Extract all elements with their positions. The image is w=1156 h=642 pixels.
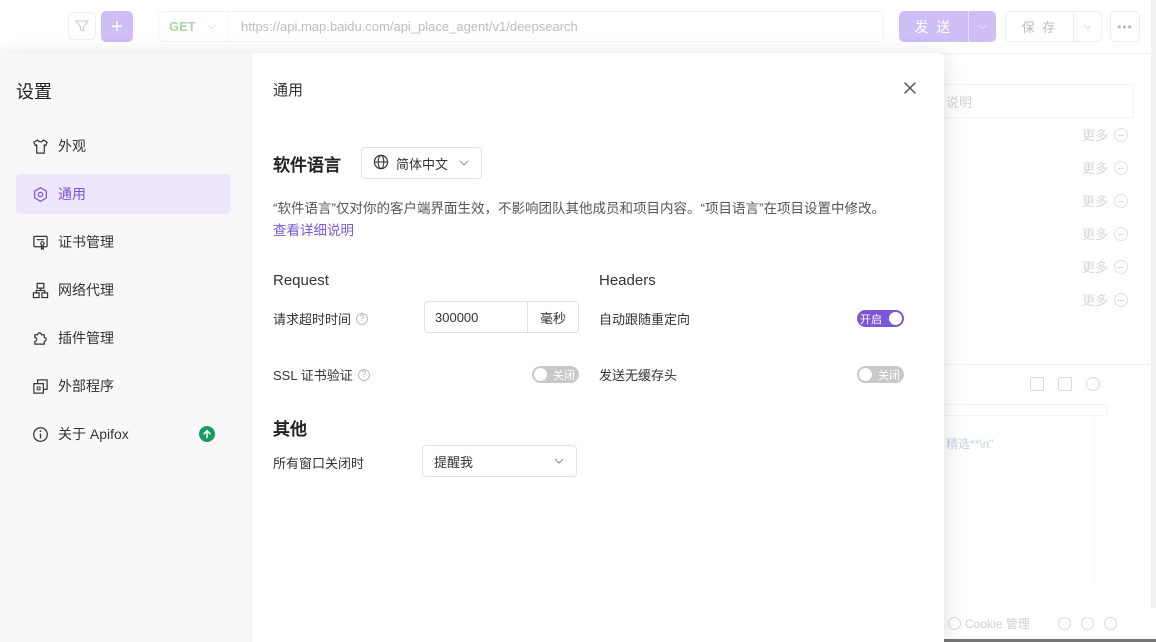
toggle-knob (889, 312, 902, 325)
sidebar-item-label: 外部程序 (58, 378, 114, 394)
settings-content: 通用 软件语言 简体中文 “软件语言”仅对你的客户端界面生效，不影响团队其他成员… (252, 53, 944, 642)
request-section-title: Request (273, 272, 329, 289)
sidebar-item-label: 通用 (58, 186, 86, 202)
timeout-input[interactable] (425, 302, 528, 332)
ssl-label-row: SSL 证书验证 ? (273, 365, 370, 384)
globe-icon (373, 154, 389, 173)
sidebar-item-general[interactable]: 通用 (16, 174, 231, 214)
window-close-value: 提醒我 (434, 454, 474, 470)
help-icon[interactable]: ? (357, 368, 370, 381)
settings-modal: 设置 外观 通用 证书管理 网络代理 插件管理 外部程序 关于 Apifox 通… (0, 53, 944, 642)
other-section-title: 其他 (273, 420, 307, 439)
certificate-icon (32, 234, 49, 251)
ssl-toggle[interactable]: 关闭 (532, 366, 579, 383)
shirt-icon (32, 138, 49, 155)
plugin-icon (32, 330, 49, 347)
language-select[interactable]: 简体中文 (361, 147, 483, 179)
no-cache-toggle[interactable]: 关闭 (857, 366, 904, 383)
timeout-unit: 毫秒 (539, 310, 566, 326)
sidebar-item-about[interactable]: 关于 Apifox (16, 414, 231, 454)
redirect-label: 自动跟随重定向 (599, 312, 691, 327)
window-close-select[interactable]: 提醒我 (422, 445, 577, 477)
toggle-state: 关闭 (553, 369, 575, 382)
no-cache-label: 发送无缓存头 (599, 368, 678, 383)
sidebar-item-label: 插件管理 (58, 330, 114, 346)
sidebar-item-proxy[interactable]: 网络代理 (16, 270, 231, 310)
help-icon[interactable]: ? (356, 312, 369, 325)
settings-sidebar: 设置 外观 通用 证书管理 网络代理 插件管理 外部程序 关于 Apifox (0, 53, 252, 642)
sidebar-item-external-programs[interactable]: 外部程序 (16, 366, 231, 406)
sidebar-item-label: 证书管理 (58, 234, 114, 250)
sidebar-item-label: 网络代理 (58, 282, 114, 298)
network-icon (32, 282, 49, 299)
window-close-label: 所有窗口关闭时 (273, 456, 365, 471)
sidebar-item-label: 外观 (58, 138, 86, 154)
timeout-field: 毫秒 (424, 301, 579, 333)
toggle-state: 关闭 (878, 369, 900, 382)
settings-nav: 外观 通用 证书管理 网络代理 插件管理 外部程序 关于 Apifox (16, 126, 231, 462)
timeout-label-row: 请求超时时间 ? (273, 309, 369, 328)
toggle-knob (859, 368, 872, 381)
headers-section-title: Headers (599, 272, 656, 289)
chevron-down-icon (554, 456, 564, 467)
toggle-state: 开启 (860, 313, 882, 326)
sidebar-item-plugins[interactable]: 插件管理 (16, 318, 231, 358)
chevron-down-icon (459, 158, 469, 169)
language-value: 简体中文 (396, 156, 449, 172)
update-available-icon[interactable] (199, 426, 215, 442)
timeout-label: 请求超时时间 (273, 312, 352, 327)
general-icon (32, 186, 49, 203)
language-details-link[interactable]: 查看详细说明 (273, 219, 354, 239)
toggle-knob (534, 368, 547, 381)
close-icon[interactable] (902, 80, 918, 96)
settings-title: 设置 (16, 82, 52, 102)
sidebar-item-appearance[interactable]: 外观 (16, 126, 231, 166)
ssl-label: SSL 证书验证 (273, 368, 353, 383)
external-icon (32, 378, 49, 395)
language-label: 软件语言 (273, 155, 341, 175)
page-title: 通用 (273, 82, 304, 99)
sidebar-item-label: 关于 Apifox (58, 426, 129, 442)
language-description: “软件语言”仅对你的客户端界面生效，不影响团队其他成员和项目内容。“项目语言”在… (273, 201, 885, 216)
info-icon (32, 426, 49, 443)
language-row: 软件语言 简体中文 (273, 147, 483, 179)
redirect-toggle[interactable]: 开启 (857, 310, 904, 327)
sidebar-item-certificates[interactable]: 证书管理 (16, 222, 231, 262)
